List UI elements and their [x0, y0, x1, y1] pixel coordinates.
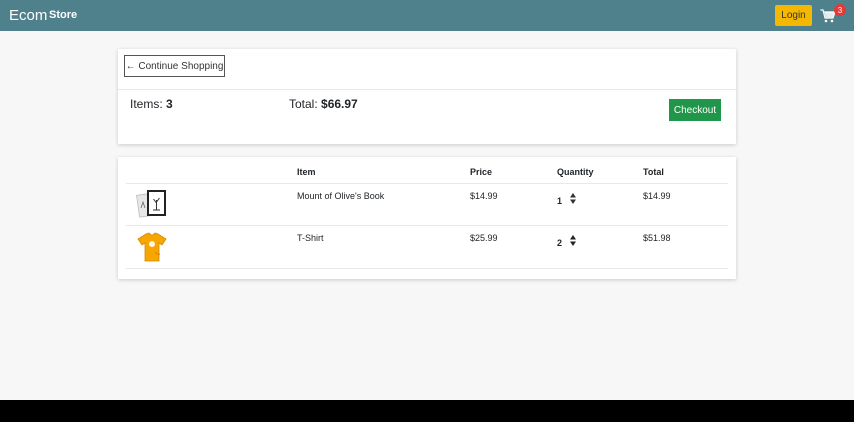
item-quantity: 2 — [557, 238, 563, 248]
column-header-quantity: Quantity — [557, 167, 594, 177]
cart-count-badge: 3 — [834, 4, 846, 16]
cart-items-table: Item Price Quantity Total Mount of Olive… — [118, 157, 736, 279]
items-count: Items: 3 — [130, 97, 173, 111]
column-header-item: Item — [297, 167, 316, 177]
items-label: Items: — [130, 97, 167, 111]
cart-summary-card: ← Continue Shopping Items: 3 Total: $66.… — [118, 49, 736, 144]
divider — [126, 268, 728, 269]
item-name: T-Shirt — [297, 233, 324, 243]
column-header-total: Total — [643, 167, 664, 177]
quantity-stepper-icon[interactable] — [569, 192, 577, 205]
cart-total: Total: $66.97 — [289, 97, 358, 111]
divider — [118, 89, 736, 90]
navbar: Ecom Store Login 3 — [0, 0, 854, 31]
table-row: T-Shirt $25.99 2 $51.98 — [118, 226, 736, 268]
continue-shopping-button[interactable]: ← Continue Shopping — [124, 55, 225, 77]
column-header-price: Price — [470, 167, 493, 177]
book-icon — [136, 190, 166, 218]
checkout-button[interactable]: Checkout — [669, 99, 721, 121]
quantity-stepper-icon[interactable] — [569, 234, 577, 247]
login-button[interactable]: Login — [775, 5, 812, 26]
footer-bar — [0, 400, 854, 422]
item-name: Mount of Olive's Book — [297, 191, 385, 201]
total-value: $66.97 — [321, 97, 358, 111]
total-label: Total: — [289, 97, 322, 111]
table-row: Mount of Olive's Book $14.99 1 $14.99 — [118, 184, 736, 226]
items-value: 3 — [166, 97, 173, 111]
item-total: $51.98 — [643, 233, 671, 243]
item-price: $25.99 — [470, 233, 498, 243]
item-price: $14.99 — [470, 191, 498, 201]
brand-logo[interactable]: Ecom — [9, 7, 47, 24]
item-quantity: 1 — [557, 196, 563, 206]
tshirt-icon — [137, 232, 167, 262]
item-total: $14.99 — [643, 191, 671, 201]
nav-link-store[interactable]: Store — [49, 9, 77, 21]
